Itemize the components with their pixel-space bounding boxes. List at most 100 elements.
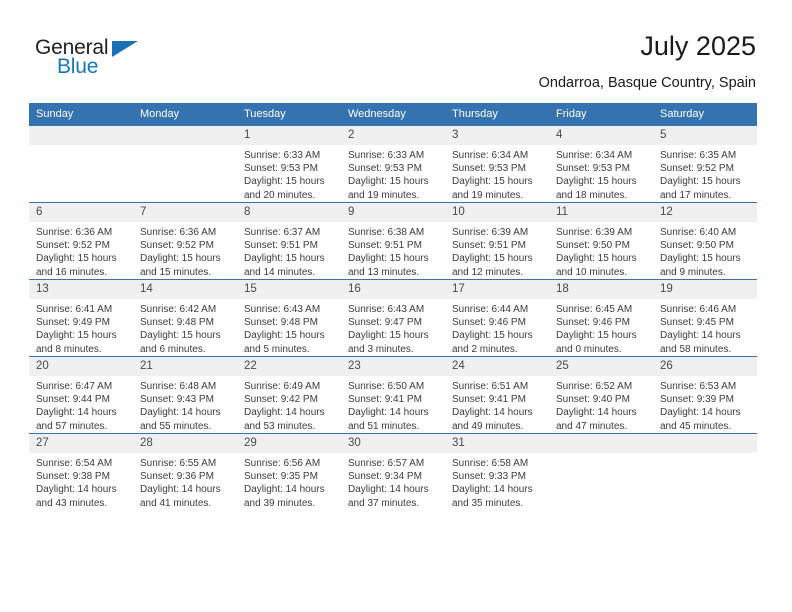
sunset-time: Sunset: 9:52 PM xyxy=(36,240,110,252)
calendar-week-row: 1 Sunrise: 6:33 AM Sunset: 9:53 PM Daylight… xyxy=(29,126,757,203)
calendar-day-cell[interactable]: 12 Sunrise: 6:40 AM Sunset: 9:50 PM Dayligh… xyxy=(653,202,757,280)
calendar-day-cell[interactable]: 30 Sunrise: 6:57 AM Sunset: 9:34 PM Dayligh… xyxy=(341,433,445,510)
daylight-duration-line1: Daylight: 15 hours xyxy=(660,176,741,188)
day-sun-info: Sunrise: 6:51 AM Sunset: 9:41 PM Daylight:… xyxy=(445,376,549,433)
general-blue-logo[interactable]: General Blue xyxy=(35,36,155,82)
calendar-day-cell[interactable]: 20 Sunrise: 6:47 AM Sunset: 9:44 PM Dayligh… xyxy=(29,356,133,434)
daylight-duration-line1: Daylight: 15 hours xyxy=(140,253,221,265)
calendar-day-cell[interactable]: 17 Sunrise: 6:44 AM Sunset: 9:46 PM Dayligh… xyxy=(445,279,549,357)
daylight-duration-line1: Daylight: 14 hours xyxy=(140,484,221,496)
calendar-day-cell[interactable]: 4 Sunrise: 6:34 AM Sunset: 9:53 PM Daylight… xyxy=(549,126,653,203)
day-number: 18 xyxy=(549,280,653,299)
calendar-table: Sunday Monday Tuesday Wednesday Thursday… xyxy=(29,103,757,510)
day-number: 6 xyxy=(29,203,133,222)
day-sun-info: Sunrise: 6:39 AM Sunset: 9:51 PM Daylight:… xyxy=(445,222,549,279)
day-number: 20 xyxy=(29,357,133,376)
day-sun-info: Sunrise: 6:40 AM Sunset: 9:50 PM Daylight:… xyxy=(653,222,757,279)
calendar-day-cell[interactable]: 27 Sunrise: 6:54 AM Sunset: 9:38 PM Dayligh… xyxy=(29,433,133,510)
day-number: 8 xyxy=(237,203,341,222)
sunset-time: Sunset: 9:48 PM xyxy=(244,317,318,329)
calendar-day-cell[interactable]: 3 Sunrise: 6:34 AM Sunset: 9:53 PM Daylight… xyxy=(445,126,549,203)
sunset-time: Sunset: 9:48 PM xyxy=(140,317,214,329)
calendar-day-cell[interactable]: 26 Sunrise: 6:53 AM Sunset: 9:39 PM Dayligh… xyxy=(653,356,757,434)
daylight-duration-line2: and 2 minutes. xyxy=(452,343,518,355)
daylight-duration-line2: and 20 minutes. xyxy=(244,189,316,201)
sunset-time: Sunset: 9:39 PM xyxy=(660,394,734,406)
sunrise-time: Sunrise: 6:37 AM xyxy=(244,227,321,238)
sunset-time: Sunset: 9:34 PM xyxy=(348,471,422,483)
day-number: 2 xyxy=(341,126,445,145)
calendar-day-cell[interactable]: 1 Sunrise: 6:33 AM Sunset: 9:53 PM Daylight… xyxy=(237,126,341,203)
calendar-header-row: Sunday Monday Tuesday Wednesday Thursday… xyxy=(29,103,757,126)
calendar-day-cell[interactable]: 29 Sunrise: 6:56 AM Sunset: 9:35 PM Dayligh… xyxy=(237,433,341,510)
day-sun-info: Sunrise: 6:34 AM Sunset: 9:53 PM Daylight:… xyxy=(445,145,549,202)
sunrise-time: Sunrise: 6:39 AM xyxy=(452,227,529,238)
day-sun-info: Sunrise: 6:42 AM Sunset: 9:48 PM Daylight:… xyxy=(133,299,237,356)
day-number: 17 xyxy=(445,280,549,299)
day-number: 28 xyxy=(133,434,237,453)
day-sun-info: Sunrise: 6:49 AM Sunset: 9:42 PM Daylight:… xyxy=(237,376,341,433)
calendar-day-cell-empty xyxy=(653,433,757,510)
sunset-time: Sunset: 9:46 PM xyxy=(556,317,630,329)
logo-text-blue: Blue xyxy=(57,55,99,78)
calendar-day-cell[interactable]: 10 Sunrise: 6:39 AM Sunset: 9:51 PM Dayligh… xyxy=(445,202,549,280)
day-number xyxy=(549,434,653,453)
location-subtitle: Ondarroa, Basque Country, Spain xyxy=(538,75,756,91)
calendar-day-cell[interactable]: 2 Sunrise: 6:33 AM Sunset: 9:53 PM Daylight… xyxy=(341,126,445,203)
calendar-day-cell[interactable]: 22 Sunrise: 6:49 AM Sunset: 9:42 PM Dayligh… xyxy=(237,356,341,434)
weekday-header-tuesday: Tuesday xyxy=(237,103,341,126)
daylight-duration-line2: and 39 minutes. xyxy=(244,497,316,509)
triangle-icon xyxy=(112,41,138,57)
day-sun-info: Sunrise: 6:39 AM Sunset: 9:50 PM Daylight:… xyxy=(549,222,653,279)
calendar-day-cell[interactable]: 9 Sunrise: 6:38 AM Sunset: 9:51 PM Daylight… xyxy=(341,202,445,280)
day-number: 1 xyxy=(237,126,341,145)
daylight-duration-line2: and 57 minutes. xyxy=(36,420,108,432)
calendar-day-cell[interactable]: 16 Sunrise: 6:43 AM Sunset: 9:47 PM Dayligh… xyxy=(341,279,445,357)
daylight-duration-line1: Daylight: 15 hours xyxy=(452,176,533,188)
calendar-day-cell[interactable]: 23 Sunrise: 6:50 AM Sunset: 9:41 PM Dayligh… xyxy=(341,356,445,434)
daylight-duration-line2: and 37 minutes. xyxy=(348,497,420,509)
calendar-day-cell[interactable]: 6 Sunrise: 6:36 AM Sunset: 9:52 PM Daylight… xyxy=(29,202,133,280)
daylight-duration-line2: and 16 minutes. xyxy=(36,266,108,278)
day-sun-info: Sunrise: 6:45 AM Sunset: 9:46 PM Daylight:… xyxy=(549,299,653,356)
calendar-day-cell[interactable]: 13 Sunrise: 6:41 AM Sunset: 9:49 PM Dayligh… xyxy=(29,279,133,357)
calendar-day-cell[interactable]: 15 Sunrise: 6:43 AM Sunset: 9:48 PM Dayligh… xyxy=(237,279,341,357)
daylight-duration-line1: Daylight: 14 hours xyxy=(348,484,429,496)
calendar-day-cell-empty xyxy=(133,126,237,203)
day-number: 27 xyxy=(29,434,133,453)
daylight-duration-line1: Daylight: 15 hours xyxy=(244,176,325,188)
sunrise-time: Sunrise: 6:53 AM xyxy=(660,381,737,392)
daylight-duration-line1: Daylight: 14 hours xyxy=(660,407,741,419)
daylight-duration-line1: Daylight: 14 hours xyxy=(244,407,325,419)
day-sun-info: Sunrise: 6:56 AM Sunset: 9:35 PM Daylight:… xyxy=(237,453,341,510)
daylight-duration-line2: and 3 minutes. xyxy=(348,343,414,355)
calendar-day-cell[interactable]: 18 Sunrise: 6:45 AM Sunset: 9:46 PM Dayligh… xyxy=(549,279,653,357)
sunrise-time: Sunrise: 6:39 AM xyxy=(556,227,633,238)
daylight-duration-line2: and 12 minutes. xyxy=(452,266,524,278)
daylight-duration-line2: and 9 minutes. xyxy=(660,266,726,278)
calendar-day-cell[interactable]: 24 Sunrise: 6:51 AM Sunset: 9:41 PM Dayligh… xyxy=(445,356,549,434)
weekday-header-friday: Friday xyxy=(549,103,653,126)
sunset-time: Sunset: 9:46 PM xyxy=(452,317,526,329)
calendar-day-cell[interactable]: 19 Sunrise: 6:46 AM Sunset: 9:45 PM Dayligh… xyxy=(653,279,757,357)
calendar-day-cell[interactable]: 25 Sunrise: 6:52 AM Sunset: 9:40 PM Dayligh… xyxy=(549,356,653,434)
daylight-duration-line1: Daylight: 15 hours xyxy=(140,330,221,342)
weekday-header-sunday: Sunday xyxy=(29,103,133,126)
day-number: 30 xyxy=(341,434,445,453)
calendar-day-cell[interactable]: 31 Sunrise: 6:58 AM Sunset: 9:33 PM Dayligh… xyxy=(445,433,549,510)
sunset-time: Sunset: 9:38 PM xyxy=(36,471,110,483)
calendar-day-cell[interactable]: 11 Sunrise: 6:39 AM Sunset: 9:50 PM Dayligh… xyxy=(549,202,653,280)
daylight-duration-line2: and 55 minutes. xyxy=(140,420,212,432)
day-number: 23 xyxy=(341,357,445,376)
daylight-duration-line2: and 14 minutes. xyxy=(244,266,316,278)
calendar-day-cell[interactable]: 21 Sunrise: 6:48 AM Sunset: 9:43 PM Dayligh… xyxy=(133,356,237,434)
calendar-day-cell[interactable]: 14 Sunrise: 6:42 AM Sunset: 9:48 PM Dayligh… xyxy=(133,279,237,357)
daylight-duration-line2: and 13 minutes. xyxy=(348,266,420,278)
calendar-day-cell[interactable]: 28 Sunrise: 6:55 AM Sunset: 9:36 PM Dayligh… xyxy=(133,433,237,510)
calendar-day-cell[interactable]: 8 Sunrise: 6:37 AM Sunset: 9:51 PM Daylight… xyxy=(237,202,341,280)
sunrise-time: Sunrise: 6:54 AM xyxy=(36,458,113,469)
sunrise-time: Sunrise: 6:43 AM xyxy=(244,304,321,315)
calendar-day-cell[interactable]: 7 Sunrise: 6:36 AM Sunset: 9:52 PM Daylight… xyxy=(133,202,237,280)
sunrise-time: Sunrise: 6:45 AM xyxy=(556,304,633,315)
calendar-day-cell[interactable]: 5 Sunrise: 6:35 AM Sunset: 9:52 PM Daylight… xyxy=(653,126,757,203)
